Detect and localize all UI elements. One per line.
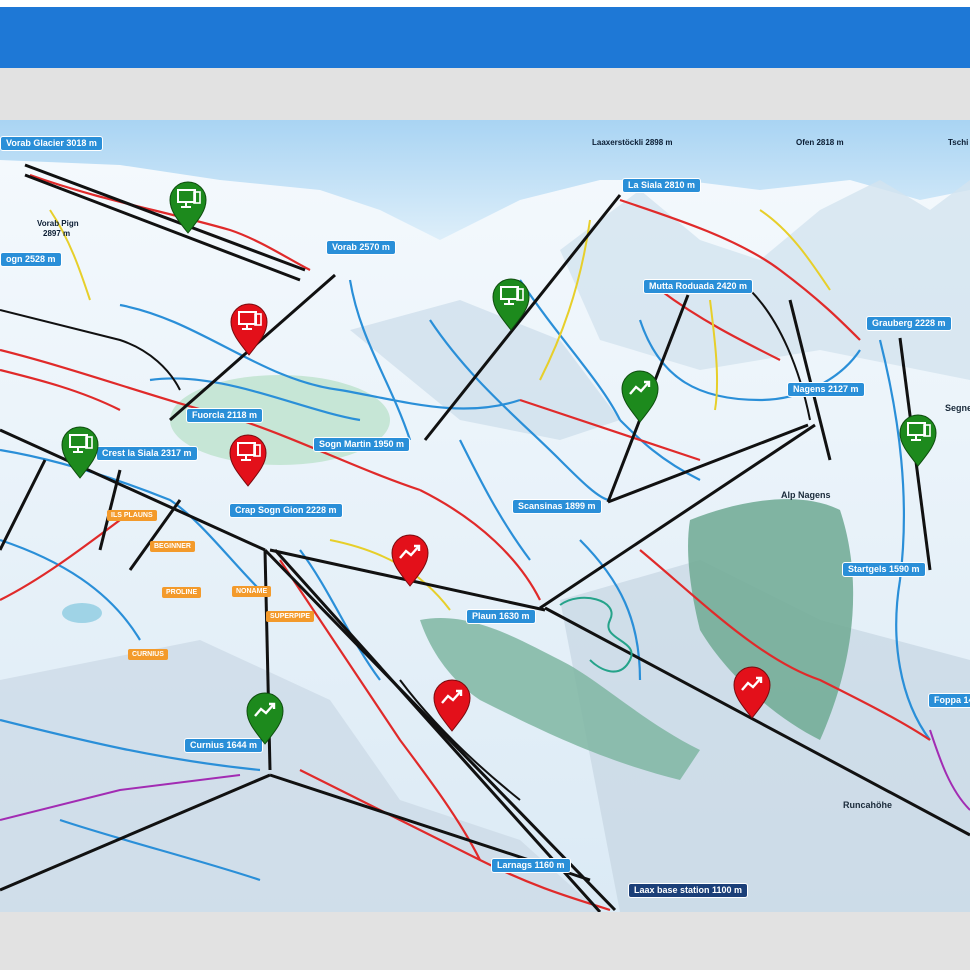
header-bar — [0, 7, 970, 68]
station-startgels[interactable]: Startgels 1590 m — [842, 562, 926, 577]
monitor-icon — [899, 414, 937, 467]
alp-nagens-label: Alp Nagens — [781, 490, 831, 500]
trend-up-icon — [246, 692, 284, 745]
segnes-label: Segnes — [945, 403, 970, 413]
ski-map[interactable]: Laaxerstöckli 2898 m Ofen 2818 m Tschi V… — [0, 120, 970, 912]
station-larnags[interactable]: Larnags 1160 m — [491, 858, 571, 873]
trend-pin-red[interactable] — [732, 665, 772, 719]
monitor-icon — [169, 181, 207, 234]
webcam-pin-green[interactable] — [491, 277, 531, 331]
webcam-pin-red[interactable] — [228, 433, 268, 487]
toolbar-area — [0, 68, 970, 120]
station-scansinas[interactable]: Scansinas 1899 m — [512, 499, 602, 514]
trend-up-icon — [621, 370, 659, 423]
peak-vorab-pign-height: 2897 m — [43, 229, 71, 238]
monitor-icon — [61, 426, 99, 479]
station-nagens[interactable]: Nagens 2127 m — [787, 382, 865, 397]
peak-tschi: Tschi — [948, 138, 969, 147]
park-noname: NONAME — [232, 586, 272, 597]
trend-pin-green[interactable] — [245, 691, 285, 745]
station-plaun[interactable]: Plaun 1630 m — [466, 609, 536, 624]
webcam-pin-green[interactable] — [898, 413, 938, 467]
park-curnius: CURNIUS — [128, 649, 168, 660]
app-header — [0, 0, 970, 68]
station-fuorcla[interactable]: Fuorcla 2118 m — [186, 408, 264, 423]
trend-up-icon — [391, 534, 429, 587]
peak-ofen: Ofen 2818 m — [796, 138, 844, 147]
peak-laaxerstockli: Laaxerstöckli 2898 m — [592, 138, 673, 147]
station-vorab[interactable]: Vorab 2570 m — [326, 240, 396, 255]
webcam-pin-green[interactable] — [60, 425, 100, 479]
park-ils-plauns: ILS PLAUNS — [107, 510, 157, 521]
station-vorab-glacier[interactable]: Vorab Glacier 3018 m — [0, 136, 103, 151]
station-sogn[interactable]: ogn 2528 m — [0, 252, 62, 267]
station-crap-sogn-gion[interactable]: Crap Sogn Gion 2228 m — [229, 503, 343, 518]
trend-up-icon — [733, 666, 771, 719]
station-laax-base[interactable]: Laax base station 1100 m — [628, 883, 749, 898]
station-la-siala[interactable]: La Siala 2810 m — [622, 178, 702, 193]
park-beginner: BEGINNER — [150, 541, 195, 552]
station-foppa[interactable]: Foppa 14 — [928, 693, 970, 708]
park-superpipe: SUPERPIPE — [266, 611, 315, 622]
webcam-pin-red[interactable] — [229, 302, 269, 356]
monitor-icon — [492, 278, 530, 331]
station-sogn-martin[interactable]: Sogn Martin 1950 m — [313, 437, 411, 452]
peak-vorab-pign: Vorab Pign — [37, 219, 79, 228]
webcam-pin-green[interactable] — [168, 180, 208, 234]
station-grauberg[interactable]: Grauberg 2228 m — [866, 316, 952, 331]
park-proline: PROLINE — [162, 587, 202, 598]
trend-up-icon — [433, 679, 471, 732]
station-crest-la-siala[interactable]: Crest la Siala 2317 m — [96, 446, 198, 461]
monitor-icon — [229, 434, 267, 487]
station-mutta-roduada[interactable]: Mutta Roduada 2420 m — [643, 279, 754, 294]
runcahohe-label: Runcahöhe — [843, 800, 893, 810]
trend-pin-green[interactable] — [620, 369, 660, 423]
monitor-icon — [230, 303, 268, 356]
trend-pin-red[interactable] — [432, 678, 472, 732]
trend-pin-red[interactable] — [390, 533, 430, 587]
footer-area — [0, 912, 970, 970]
